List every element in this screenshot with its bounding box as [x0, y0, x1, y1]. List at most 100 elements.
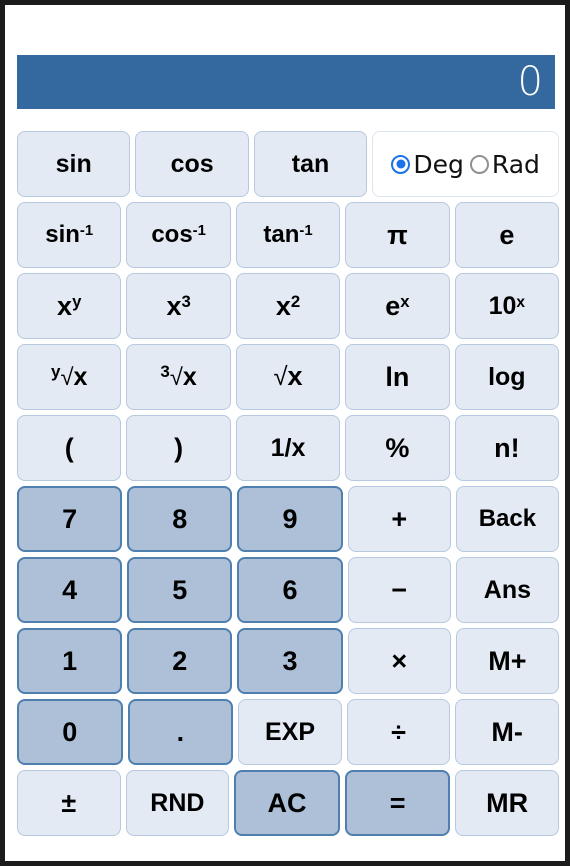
key-label: AC	[267, 787, 307, 818]
key-memory-recall[interactable]: MR	[455, 770, 559, 836]
key-tan[interactable]: tan	[253, 131, 368, 197]
key-label: 9	[282, 503, 298, 534]
key-pi[interactable]: π	[345, 202, 450, 268]
key-label: e	[499, 219, 515, 250]
key-open-paren[interactable]: (	[17, 415, 122, 481]
key-label: 1/x	[270, 433, 306, 462]
key-equals[interactable]: =	[344, 770, 451, 836]
key-label: ex	[385, 290, 410, 321]
key-label: −	[391, 574, 408, 605]
key-label: RND	[150, 788, 205, 817]
zero-exp-row: 0. EXP ÷ M-	[17, 699, 559, 765]
key-label: tan	[291, 149, 330, 178]
angle-mode-option-rad[interactable]: Rad	[469, 149, 540, 179]
key-minus[interactable]: −	[347, 557, 451, 623]
key-5[interactable]: 5	[127, 557, 233, 623]
key-random[interactable]: RND	[125, 770, 230, 836]
key-x-cubed[interactable]: x3	[126, 273, 231, 339]
key-3[interactable]: 3	[237, 628, 343, 694]
trig-row: sin cos tan Deg Rad	[17, 131, 559, 197]
key-6[interactable]: 6	[237, 557, 343, 623]
key-e-pow-x[interactable]: ex	[345, 273, 450, 339]
key-label: EXP	[264, 717, 315, 746]
key-log[interactable]: log	[454, 344, 560, 410]
root-log-row: y √ x 3 √ x √ x ln log	[17, 344, 560, 410]
key-e[interactable]: e	[454, 202, 560, 268]
keypad: sin cos tan Deg Rad sin -1 cos -1 tan -1 π e x y x 3 x 2 e x…	[17, 131, 560, 836]
radio-rad-icon[interactable]	[469, 154, 489, 174]
key-label: y √ x	[50, 362, 88, 391]
key-label: MR	[486, 787, 529, 818]
key-cos[interactable]: cos	[135, 131, 249, 197]
key-ten-pow-x[interactable]: 10 x	[454, 273, 560, 339]
key-label: 10 x	[488, 291, 526, 320]
key-nth-root[interactable]: y √ x	[17, 344, 122, 410]
key-memory-add[interactable]: M+	[455, 628, 560, 694]
key-label: %	[385, 432, 410, 463]
angle-mode-label: Rad	[491, 149, 540, 179]
key-x-squared[interactable]: x2	[235, 273, 341, 339]
key-sin[interactable]: sin	[17, 131, 131, 197]
key-label: sin -1	[45, 221, 94, 248]
key-label: x2	[275, 290, 301, 321]
angle-mode-label: Deg	[413, 149, 464, 179]
key-label: Ans	[483, 575, 532, 604]
key-8[interactable]: 8	[127, 486, 233, 552]
key-answer[interactable]: Ans	[455, 557, 560, 623]
key-exponent[interactable]: EXP	[238, 699, 342, 765]
key-all-clear[interactable]: AC	[234, 770, 340, 836]
display-value: 0	[517, 59, 543, 105]
key-multiply[interactable]: ×	[347, 628, 451, 694]
key-label: cos	[170, 149, 214, 178]
key-label: sin	[55, 149, 92, 178]
key-sign-toggle[interactable]: ±	[17, 770, 121, 836]
key-label: 3 √ x	[160, 362, 197, 391]
power-row: x y x 3 x 2 e x 10 x	[17, 273, 560, 339]
key-label: 1	[62, 645, 78, 676]
key-label: M+	[488, 645, 527, 676]
key-atan[interactable]: tan -1	[235, 202, 341, 268]
key-reciprocal[interactable]: 1/x	[235, 415, 341, 481]
calculator-frame: 0 sin cos tan Deg Rad sin -1 cos -1 tan -1 π e x y x 3 x 2…	[0, 0, 570, 866]
key-factorial[interactable]: n!	[454, 415, 560, 481]
key-percent[interactable]: %	[345, 415, 450, 481]
key-label: +	[391, 503, 408, 534]
key-label: log	[488, 362, 526, 391]
key-label: n!	[494, 432, 520, 463]
key-1[interactable]: 1	[17, 628, 123, 694]
key-cube-root[interactable]: 3 √ x	[126, 344, 231, 410]
key-label: 4	[62, 574, 78, 605]
key-backspace[interactable]: Back	[455, 486, 560, 552]
key-label: 0	[62, 716, 78, 747]
key-square-root[interactable]: √ x	[235, 344, 341, 410]
key-0[interactable]: 0	[17, 699, 123, 765]
calculator-display: 0	[17, 55, 555, 109]
key-asin[interactable]: sin -1	[17, 202, 122, 268]
key-label: ×	[391, 645, 408, 676]
key-label: Back	[478, 505, 537, 532]
key-9[interactable]: 9	[237, 486, 343, 552]
key-label: tan -1	[263, 221, 313, 248]
digits-123-row: 1 2 3 × M+	[17, 628, 560, 694]
key-label: .	[176, 716, 185, 747]
key-decimal-point[interactable]: .	[127, 699, 234, 765]
key-x-pow-y[interactable]: xy	[17, 273, 122, 339]
key-memory-subtract[interactable]: M-	[455, 699, 559, 765]
key-label: √ x	[273, 361, 303, 392]
key-label: x3	[166, 290, 191, 321]
key-7[interactable]: 7	[17, 486, 123, 552]
key-label: π	[387, 219, 408, 250]
key-label: M-	[491, 716, 523, 747]
key-plus[interactable]: +	[347, 486, 451, 552]
key-label: 3	[282, 645, 298, 676]
key-close-paren[interactable]: )	[126, 415, 231, 481]
key-ln[interactable]: ln	[345, 344, 450, 410]
key-4[interactable]: 4	[17, 557, 123, 623]
key-label: 7	[62, 503, 78, 534]
key-divide[interactable]: ÷	[346, 699, 451, 765]
angle-mode-option-deg[interactable]: Deg	[391, 152, 464, 177]
key-label: xy	[57, 290, 82, 321]
key-2[interactable]: 2	[127, 628, 233, 694]
key-acos[interactable]: cos -1	[126, 202, 231, 268]
radio-deg-icon[interactable]	[391, 154, 411, 174]
